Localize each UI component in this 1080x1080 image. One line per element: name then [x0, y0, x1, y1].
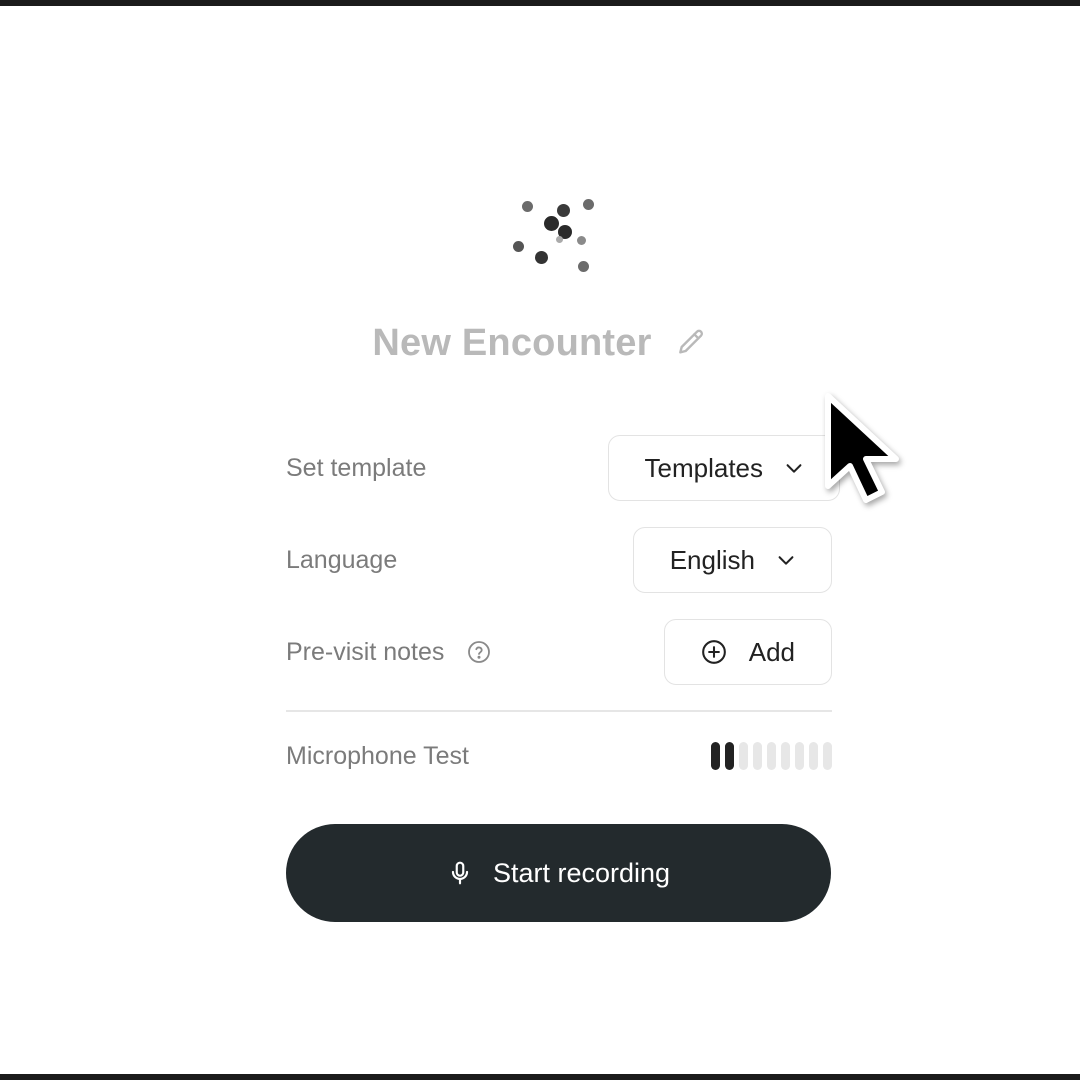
meter-bar	[781, 742, 790, 770]
previsit-notes-label: Pre-visit notes	[286, 637, 445, 666]
spinner-dot	[556, 236, 563, 243]
loading-spinner	[500, 190, 610, 280]
meter-bar	[809, 742, 818, 770]
template-dropdown[interactable]: Templates	[607, 435, 840, 501]
previsit-notes-label-group: Pre-visit notes	[286, 638, 492, 667]
spinner-dot	[535, 251, 548, 264]
mouse-cursor	[818, 388, 910, 516]
microphone-test-label: Microphone Test	[286, 741, 469, 770]
language-label: Language	[286, 545, 398, 574]
title-row: New Encounter	[0, 318, 1080, 368]
encounter-title[interactable]: New Encounter	[372, 322, 651, 365]
top-border	[0, 0, 1080, 6]
microphone-icon	[447, 859, 473, 887]
chevron-down-icon	[783, 457, 805, 479]
add-previsit-notes-button[interactable]: Add	[663, 619, 832, 685]
bottom-border	[0, 1074, 1080, 1080]
spinner-dot	[557, 204, 570, 217]
language-dropdown[interactable]: English	[632, 527, 832, 593]
template-label: Set template	[286, 453, 427, 482]
pencil-icon[interactable]	[674, 326, 708, 360]
chevron-down-icon	[775, 549, 797, 571]
meter-bar	[739, 742, 748, 770]
start-recording-label: Start recording	[492, 857, 671, 888]
microphone-level-meter	[711, 742, 832, 770]
microphone-test-row: Microphone Test	[286, 734, 832, 778]
language-value: English	[669, 544, 755, 575]
spinner-dot	[544, 216, 559, 231]
meter-bar	[823, 742, 832, 770]
template-row: Set template Templates	[286, 434, 840, 502]
meter-bar	[711, 742, 720, 770]
question-circle-icon[interactable]	[466, 639, 492, 665]
start-recording-button[interactable]: Start recording	[286, 824, 831, 922]
template-value: Templates	[644, 452, 764, 483]
spinner-dot	[513, 241, 524, 252]
divider	[286, 710, 832, 712]
meter-bar	[795, 742, 804, 770]
add-label: Add	[748, 636, 795, 667]
previsit-notes-row: Pre-visit notes Add	[286, 618, 832, 686]
spinner-dot	[583, 199, 594, 210]
meter-bar	[753, 742, 762, 770]
language-row: Language English	[286, 526, 832, 594]
spinner-dot	[578, 261, 589, 272]
meter-bar	[725, 742, 734, 770]
spinner-dot	[577, 236, 586, 245]
spinner-dot	[522, 201, 533, 212]
plus-circle-icon	[701, 639, 727, 665]
meter-bar	[767, 742, 776, 770]
